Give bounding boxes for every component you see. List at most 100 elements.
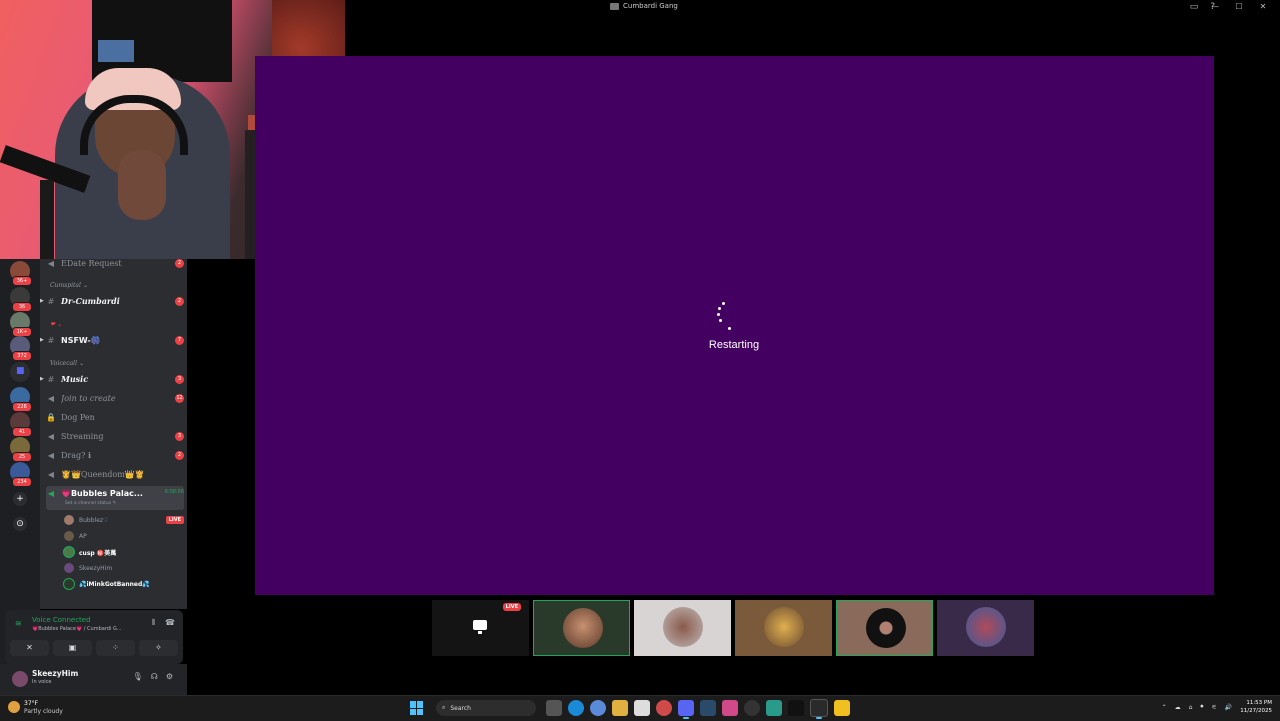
- microphone-icon[interactable]: 🎙: [133, 672, 143, 681]
- activities-button[interactable]: ⁘: [96, 640, 135, 656]
- category-heart[interactable]: ❤ ⌄: [50, 321, 62, 328]
- hashtag-icon: #: [47, 296, 55, 306]
- loading-spinner-icon: [714, 302, 734, 332]
- channel-dog-pen[interactable]: 🔒 Dog Pen: [46, 409, 184, 425]
- server-icon[interactable]: 1K+: [10, 312, 32, 337]
- chevron-right-icon: ▶: [40, 298, 44, 304]
- avatar: [64, 531, 74, 541]
- server-icon[interactable]: 372: [10, 336, 32, 361]
- close-button[interactable]: ✕: [1258, 2, 1268, 11]
- channel-list: ◀ EDate Request 2 Cumspital ⌄ ▶ # Dr-Cum…: [40, 258, 187, 609]
- channel-nsfw[interactable]: ▶ # NSFW-🎆 7: [40, 332, 184, 348]
- participant-tile[interactable]: [634, 600, 731, 656]
- server-icon[interactable]: 25: [10, 437, 32, 462]
- clock[interactable]: 11:53 PM 11/27/2025: [1240, 699, 1272, 715]
- voice-connected-panel: ≋ Voice Connected 💗Bubbles Palace💗 / Cum…: [5, 610, 183, 664]
- chevron-right-icon: ▶: [40, 376, 44, 382]
- channel-streaming[interactable]: ◀ Streaming 3: [46, 428, 184, 444]
- channel-queendom[interactable]: ◀ 👸👑Queendom👑👸: [46, 466, 184, 482]
- network-icon[interactable]: ⌂: [1189, 704, 1193, 711]
- microphone-icon[interactable]: ⏺: [1200, 703, 1203, 711]
- channel-dr-cumbardi[interactable]: ▶ # Dr-Cumbardi 2: [40, 293, 184, 309]
- category-cumspital[interactable]: Cumspital ⌄: [50, 282, 88, 289]
- username[interactable]: SkeezyHim: [32, 669, 78, 678]
- signal-icon[interactable]: ≋: [15, 619, 22, 628]
- avatar: [563, 608, 603, 648]
- participant-tile[interactable]: [836, 600, 933, 656]
- person-hand-shape: [118, 150, 166, 220]
- weather-widget[interactable]: 37°F Partly cloudy: [8, 700, 63, 716]
- noise-suppression-icon[interactable]: ⦀: [152, 618, 156, 628]
- stream-stage[interactable]: [255, 56, 1214, 595]
- hashtag-icon: #: [47, 374, 55, 384]
- steam-icon[interactable]: [700, 700, 716, 716]
- minimize-button[interactable]: —: [1210, 2, 1220, 11]
- terminal-icon[interactable]: [810, 699, 828, 719]
- system-tray: ⌃ ☁ ⌂ ⏺ ⚟ 🔊 11:53 PM 11/27/2025: [1162, 699, 1272, 715]
- discord-icon[interactable]: [678, 700, 694, 719]
- server-folder[interactable]: ■: [10, 362, 30, 382]
- user-panel: SkeezyHim In voice 🎙 ☊ ⚙: [0, 664, 187, 695]
- tv-screen-shape: [98, 40, 134, 62]
- hashtag-icon: #: [47, 335, 55, 345]
- store-icon[interactable]: [634, 700, 650, 716]
- live-badge: LIVE: [502, 603, 521, 611]
- channel-edate[interactable]: ◀ EDate Request 2: [46, 255, 184, 271]
- participant-tile[interactable]: [937, 600, 1034, 656]
- channel-drag[interactable]: ◀ Drag? ℹ 2: [46, 447, 184, 463]
- server-icon[interactable]: 36: [10, 287, 32, 312]
- avatar: [64, 547, 74, 557]
- voice-user[interactable]: Bubblez♡ LIVE: [64, 513, 184, 527]
- tiktok-icon[interactable]: [788, 700, 804, 716]
- edge-icon[interactable]: [568, 700, 584, 716]
- onedrive-icon[interactable]: ☁: [1175, 704, 1181, 711]
- camera-off-button[interactable]: ✕: [10, 640, 49, 656]
- avatar: [966, 607, 1006, 647]
- search-box[interactable]: ⌕ Search: [436, 700, 536, 716]
- copilot-icon[interactable]: [590, 700, 606, 716]
- volume-icon[interactable]: 🔊: [1225, 704, 1232, 711]
- channel-join-to-create[interactable]: ◀ Join to create 12: [46, 390, 184, 406]
- channel-bubbles-palace[interactable]: ◀ 💗Bubbles Palac... 6:08:56 Set a channe…: [46, 486, 184, 510]
- inbox-icon[interactable]: ▭: [1190, 2, 1199, 12]
- file-explorer-icon[interactable]: [612, 700, 628, 716]
- chatgpt-icon[interactable]: [744, 700, 760, 716]
- channel-music[interactable]: ▶ # Music 3: [40, 371, 184, 387]
- live-badge: LIVE: [165, 516, 184, 524]
- server-icon[interactable]: 234: [10, 462, 32, 487]
- voice-user[interactable]: cusp ㊙️美萬: [64, 545, 184, 559]
- wifi-icon[interactable]: ⚟: [1211, 704, 1216, 711]
- chevron-right-icon: ▶: [40, 337, 44, 343]
- speaker-icon: ◀: [47, 450, 55, 460]
- category-voicecall[interactable]: Voicecall ⌄: [50, 360, 84, 367]
- voice-user[interactable]: 💦iMinkGotBanned💦: [64, 577, 184, 591]
- sticky-notes-icon[interactable]: [834, 700, 850, 716]
- screen-share-button[interactable]: ▣: [53, 640, 92, 656]
- soundboard-button[interactable]: ✧: [139, 640, 178, 656]
- discover-servers-button[interactable]: ⊙: [13, 517, 27, 531]
- app-icon[interactable]: [766, 700, 782, 716]
- chrome-icon[interactable]: [656, 700, 672, 716]
- server-icon[interactable]: 41: [10, 412, 32, 437]
- participant-tile[interactable]: [735, 600, 832, 656]
- participant-tile[interactable]: [533, 600, 630, 656]
- voice-user[interactable]: AP: [64, 529, 184, 543]
- maximize-button[interactable]: ☐: [1234, 2, 1244, 11]
- gear-icon[interactable]: ⚙: [166, 672, 173, 681]
- chevron-up-icon[interactable]: ⌃: [1162, 704, 1167, 711]
- avatar: [764, 607, 804, 647]
- channel-status-setter[interactable]: Set a channel status ✎: [65, 501, 116, 506]
- voice-status[interactable]: Voice Connected: [32, 616, 91, 624]
- task-view-icon[interactable]: [546, 700, 562, 716]
- server-icon[interactable]: 226: [10, 387, 32, 412]
- voice-channel-path[interactable]: 💗Bubbles Palace💗 / Cumbardi G...: [32, 626, 122, 632]
- add-server-button[interactable]: +: [13, 492, 27, 506]
- voice-user[interactable]: SkeezyHim: [64, 561, 184, 575]
- server-icon[interactable]: 36+: [10, 261, 32, 286]
- headphones-icon[interactable]: ☊: [151, 672, 158, 681]
- windows-start-icon[interactable]: [410, 701, 424, 715]
- instagram-icon[interactable]: [722, 700, 738, 716]
- avatar[interactable]: [12, 671, 28, 687]
- stream-tile[interactable]: LIVE: [432, 600, 529, 656]
- disconnect-icon[interactable]: ☎: [165, 618, 175, 628]
